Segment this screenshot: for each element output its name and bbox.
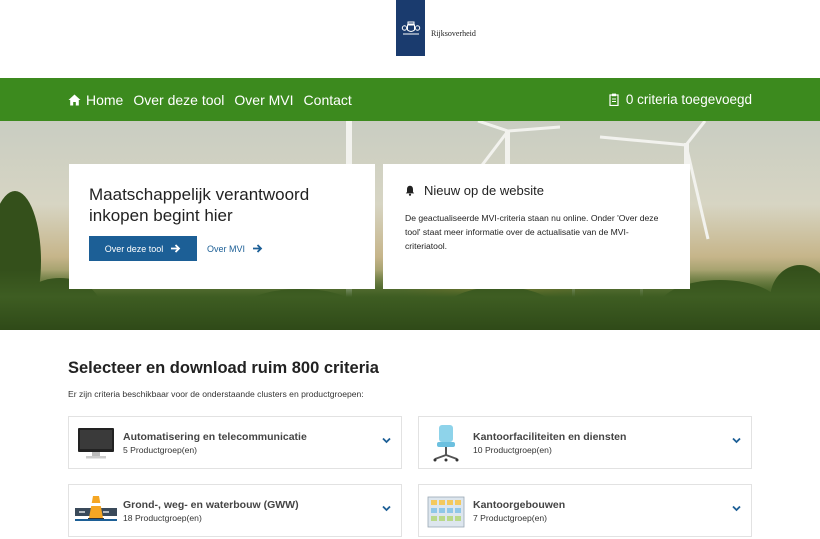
coat-of-arms-icon — [396, 0, 425, 56]
cluster-count: 10 Productgroep(en) — [473, 445, 552, 455]
monitor-icon — [75, 424, 117, 462]
cluster-kantoorfaciliteiten[interactable]: Kantoorfaciliteiten en diensten 10 Produ… — [418, 416, 752, 469]
cluster-count: 7 Productgroep(en) — [473, 513, 548, 523]
office-building-icon — [425, 492, 467, 530]
cluster-gww[interactable]: Grond-, weg- en waterbouw (GWW) 18 Produ… — [68, 484, 402, 537]
nav-item-over-mvi[interactable]: Over MVI — [234, 92, 293, 108]
arrow-right-icon — [171, 244, 181, 253]
chevron-down-icon — [732, 505, 741, 512]
home-icon — [68, 94, 81, 105]
news-title: Nieuw op de website — [424, 183, 544, 198]
nav-item-contact[interactable]: Contact — [304, 92, 352, 108]
nav-item-home[interactable]: Home — [68, 92, 123, 108]
main-navigation: Home Over deze tool Over MVI Contact 0 c… — [0, 78, 820, 121]
button-label: Over deze tool — [104, 243, 164, 254]
chevron-down-icon — [732, 437, 741, 444]
chevron-down-icon — [382, 437, 391, 444]
over-deze-tool-button[interactable]: Over deze tool — [89, 236, 197, 261]
criteria-counter[interactable]: 0 criteria toegevoegd — [609, 78, 752, 121]
cluster-kantoorgebouwen[interactable]: Kantoorgebouwen 7 Productgroep(en) — [418, 484, 752, 537]
over-mvi-link[interactable]: Over MVI — [207, 236, 263, 261]
cluster-name: Automatisering en telecommunicatie — [123, 431, 307, 443]
intro-card: Maatschappelijk verantwoord inkopen begi… — [69, 164, 375, 289]
news-text: De geactualiseerde MVI-criteria staan nu… — [405, 213, 659, 251]
nav-item-label: Over deze tool — [133, 91, 225, 108]
cluster-automatisering[interactable]: Automatisering en telecommunicatie 5 Pro… — [68, 416, 402, 469]
news-heading: Nieuw op de website — [405, 183, 544, 198]
road-works-icon — [75, 492, 117, 530]
logo-text: Rijksoverheid — [431, 29, 476, 38]
cluster-name: Kantoorfaciliteiten en diensten — [473, 431, 627, 443]
bell-icon — [405, 185, 415, 196]
cluster-name: Kantoorgebouwen — [473, 499, 566, 511]
site-header: Rijksoverheid — [0, 0, 820, 78]
nav-item-label: Home — [86, 91, 124, 108]
office-chair-icon — [425, 424, 467, 462]
nav-item-label: Over MVI — [234, 91, 294, 108]
clipboard-icon — [609, 93, 619, 106]
section-subtitle: Er zijn criteria beschikbaar voor de ond… — [68, 389, 364, 399]
news-card: Nieuw op de website De geactualiseerde M… — [383, 164, 690, 289]
link-label: Over MVI — [207, 243, 246, 254]
rijksoverheid-logo[interactable]: Rijksoverheid — [396, 0, 476, 56]
cluster-count: 5 Productgroep(en) — [123, 445, 198, 455]
section-title: Selecteer en download ruim 800 criteria — [68, 359, 379, 377]
criteria-count-label: 0 criteria toegevoegd — [625, 92, 752, 107]
nav-item-label: Contact — [303, 91, 352, 108]
chevron-down-icon — [382, 505, 391, 512]
cluster-count: 18 Productgroep(en) — [123, 513, 202, 523]
arrow-right-icon — [253, 244, 263, 253]
cluster-name: Grond-, weg- en waterbouw (GWW) — [123, 499, 299, 511]
nav-item-over-deze-tool[interactable]: Over deze tool — [133, 92, 224, 108]
hero-title: Maatschappelijk verantwoord inkopen begi… — [89, 185, 310, 225]
